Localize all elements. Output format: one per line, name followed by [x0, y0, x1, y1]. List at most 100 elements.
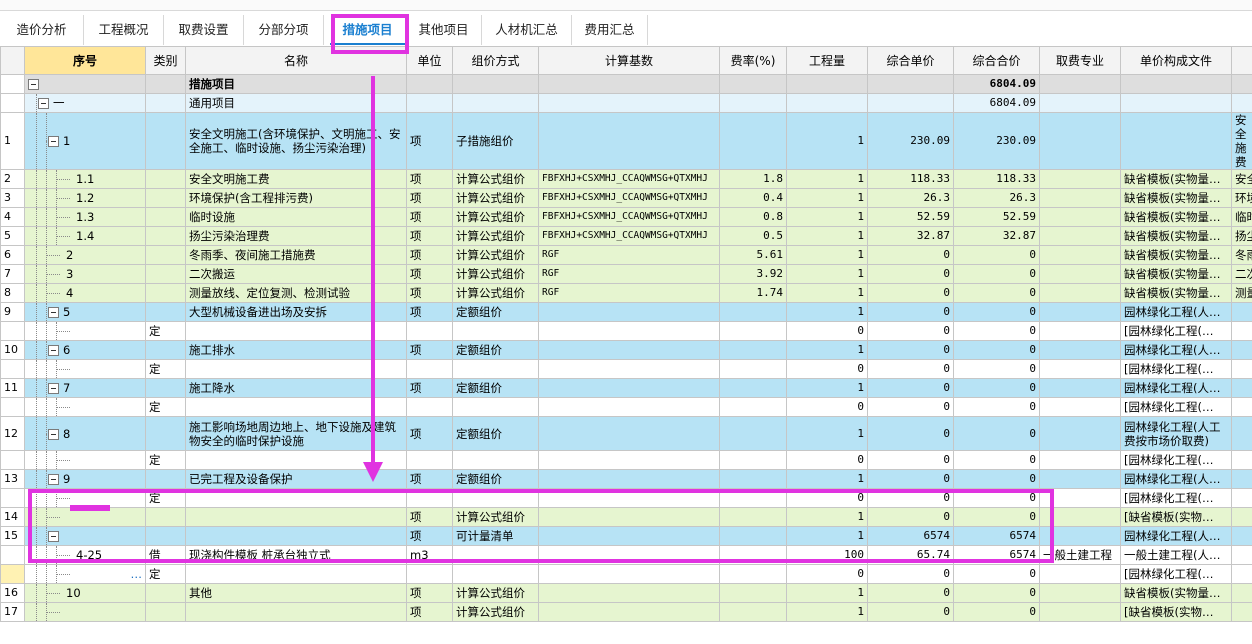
unit-cell[interactable] [406, 450, 453, 470]
pricing-method-cell[interactable]: 定额组价 [452, 378, 539, 398]
extra-cell[interactable]: 测量 [1231, 283, 1252, 303]
table-row[interactable]: 定 0 0 0 [园林绿化工程(… [0, 397, 1252, 417]
unit-price-cell[interactable]: 0 [867, 488, 954, 508]
pricing-method-cell[interactable]: 计算公式组价 [452, 245, 539, 265]
extra-cell[interactable]: 二次 [1231, 264, 1252, 284]
fee-specialty-cell[interactable] [1039, 245, 1121, 265]
pricing-method-cell[interactable]: 计算公式组价 [452, 602, 539, 622]
collapse-toggle-icon[interactable] [48, 531, 59, 542]
fee-specialty-cell[interactable] [1039, 264, 1121, 284]
type-cell[interactable] [145, 378, 186, 398]
table-row[interactable]: 2 1.1 安全文明施工费项计算公式组价 FBFXHJ+CSXMHJ_CCAQWMSG… [0, 169, 1252, 189]
table-row[interactable]: 73二次搬运项计算公式组价RGF3.92100缺省模板(实物量…二次 [0, 264, 1252, 284]
extra-cell[interactable] [1231, 507, 1252, 527]
extra-cell[interactable] [1231, 302, 1252, 322]
seq-cell[interactable]: 1 [24, 112, 146, 170]
unit-price-cell[interactable]: 0 [867, 245, 954, 265]
unit-price-cell[interactable]: 0 [867, 507, 954, 527]
unit-cell[interactable]: 项 [406, 583, 453, 603]
rate-cell[interactable] [719, 302, 787, 322]
collapse-toggle-icon[interactable] [48, 136, 59, 147]
price-file-cell[interactable] [1120, 93, 1232, 113]
fee-specialty-cell[interactable] [1039, 169, 1121, 189]
extra-cell[interactable] [1231, 564, 1252, 584]
pricing-method-cell[interactable]: 可计量清单 [452, 526, 539, 546]
table-row[interactable]: 3 1.2 环境保护(含工程排污费) 项计算公式组价 FBFXHJ+CSXMHJ_CCA… [0, 188, 1252, 208]
total-price-cell[interactable]: 32.87 [953, 226, 1040, 246]
table-row[interactable]: 6 2 冬雨季、夜间施工措施费项计算公式组价 RGF 5.61 1 0 0 缺省模板(实物量… 冬… [0, 245, 1252, 265]
unit-cell[interactable] [406, 321, 453, 341]
price-file-cell[interactable]: 园林绿化工程(人… [1120, 526, 1232, 546]
pricing-method-cell[interactable] [452, 93, 539, 113]
table-row[interactable]: 定 0 0 0 [园林绿化工程(… [0, 359, 1252, 379]
quantity-cell[interactable]: 1 [786, 507, 868, 527]
name-cell[interactable]: 其他 [185, 583, 407, 603]
name-cell[interactable] [185, 564, 407, 584]
collapse-toggle-icon[interactable] [48, 383, 59, 394]
table-row[interactable]: 10 6 施工排水项定额组价 1 0 0 园林绿化工程(人… [0, 340, 1252, 360]
price-file-cell[interactable] [1120, 74, 1232, 94]
price-file-cell[interactable]: 园林绿化工程(人… [1120, 302, 1232, 322]
rate-cell[interactable] [719, 416, 787, 451]
quantity-cell[interactable]: 1 [786, 245, 868, 265]
quantity-cell[interactable]: 1 [786, 169, 868, 189]
unit-price-cell[interactable] [867, 74, 954, 94]
type-cell[interactable] [145, 416, 186, 451]
ellipsis-button[interactable]: … [131, 566, 143, 583]
unit-cell[interactable]: 项 [406, 245, 453, 265]
calc-base-cell[interactable] [538, 112, 720, 170]
unit-cell[interactable] [406, 564, 453, 584]
unit-cell[interactable]: 项 [406, 226, 453, 246]
unit-price-cell[interactable]: 0 [867, 283, 954, 303]
calc-base-cell[interactable] [538, 416, 720, 451]
name-cell[interactable] [185, 507, 407, 527]
table-row[interactable]: 14 项计算公式组价 1 0 0 [缺省模板(实物… [0, 507, 1252, 527]
unit-price-cell[interactable]: 0 [867, 321, 954, 341]
type-cell[interactable]: 定 [145, 359, 186, 379]
quantity-cell[interactable]: 1 [786, 112, 868, 170]
total-price-cell[interactable]: 0 [953, 564, 1040, 584]
pricing-method-cell[interactable] [452, 359, 539, 379]
seq-cell[interactable]: 1.2 [24, 188, 146, 208]
col-header-fee-specialty[interactable]: 取费专业 [1039, 46, 1121, 75]
table-row[interactable]: 定 0 0 0 [园林绿化工程(… [0, 488, 1252, 508]
collapse-toggle-icon[interactable] [28, 79, 39, 90]
type-cell[interactable] [145, 112, 186, 170]
unit-cell[interactable] [406, 74, 453, 94]
type-cell[interactable] [145, 302, 186, 322]
unit-price-cell[interactable]: 0 [867, 378, 954, 398]
calc-base-cell[interactable] [538, 74, 720, 94]
total-price-cell[interactable]: 6574 [953, 545, 1040, 565]
fee-specialty-cell[interactable] [1039, 488, 1121, 508]
table-row[interactable]: 8 4 测量放线、定位复测、检测试验项计算公式组价 RGF 1.74 1 0 0 缺省模板(实物… [0, 283, 1252, 303]
extra-cell[interactable] [1231, 93, 1252, 113]
seq-cell[interactable]: 2 [24, 245, 146, 265]
seq-cell[interactable] [24, 397, 146, 417]
table-row[interactable]: 定 0 0 0 [园林绿化工程(… [0, 321, 1252, 341]
fee-specialty-cell[interactable] [1039, 283, 1121, 303]
extra-cell[interactable]: 安全 [1231, 169, 1252, 189]
price-file-cell[interactable]: [园林绿化工程(… [1120, 359, 1232, 379]
unit-price-cell[interactable]: 0 [867, 602, 954, 622]
col-header-total-price[interactable]: 综合合价 [953, 46, 1040, 75]
type-cell[interactable] [145, 469, 186, 489]
rate-cell[interactable] [719, 507, 787, 527]
calc-base-cell[interactable]: FBFXHJ+CSXMHJ_CCAQWMSG+QTXMHJ [538, 226, 720, 246]
col-header-type[interactable]: 类别 [145, 46, 186, 75]
tab-cost-analysis[interactable]: 造价分析 [0, 15, 84, 45]
calc-base-cell[interactable] [538, 378, 720, 398]
rate-cell[interactable]: 1.74 [719, 283, 787, 303]
pricing-method-cell[interactable] [452, 545, 539, 565]
total-price-cell[interactable]: 0 [953, 507, 1040, 527]
unit-cell[interactable]: m3 [406, 545, 453, 565]
rate-cell[interactable] [719, 397, 787, 417]
type-cell[interactable] [145, 207, 186, 227]
calc-base-cell[interactable]: FBFXHJ+CSXMHJ_CCAQWMSG+QTXMHJ [538, 207, 720, 227]
seq-cell[interactable]: 4-25 [24, 545, 146, 565]
unit-cell[interactable]: 项 [406, 416, 453, 451]
total-price-cell[interactable]: 6574 [953, 526, 1040, 546]
seq-cell[interactable]: 一 [24, 93, 146, 113]
unit-price-cell[interactable]: 6574 [867, 526, 954, 546]
rate-cell[interactable] [719, 321, 787, 341]
fee-specialty-cell[interactable] [1039, 359, 1121, 379]
